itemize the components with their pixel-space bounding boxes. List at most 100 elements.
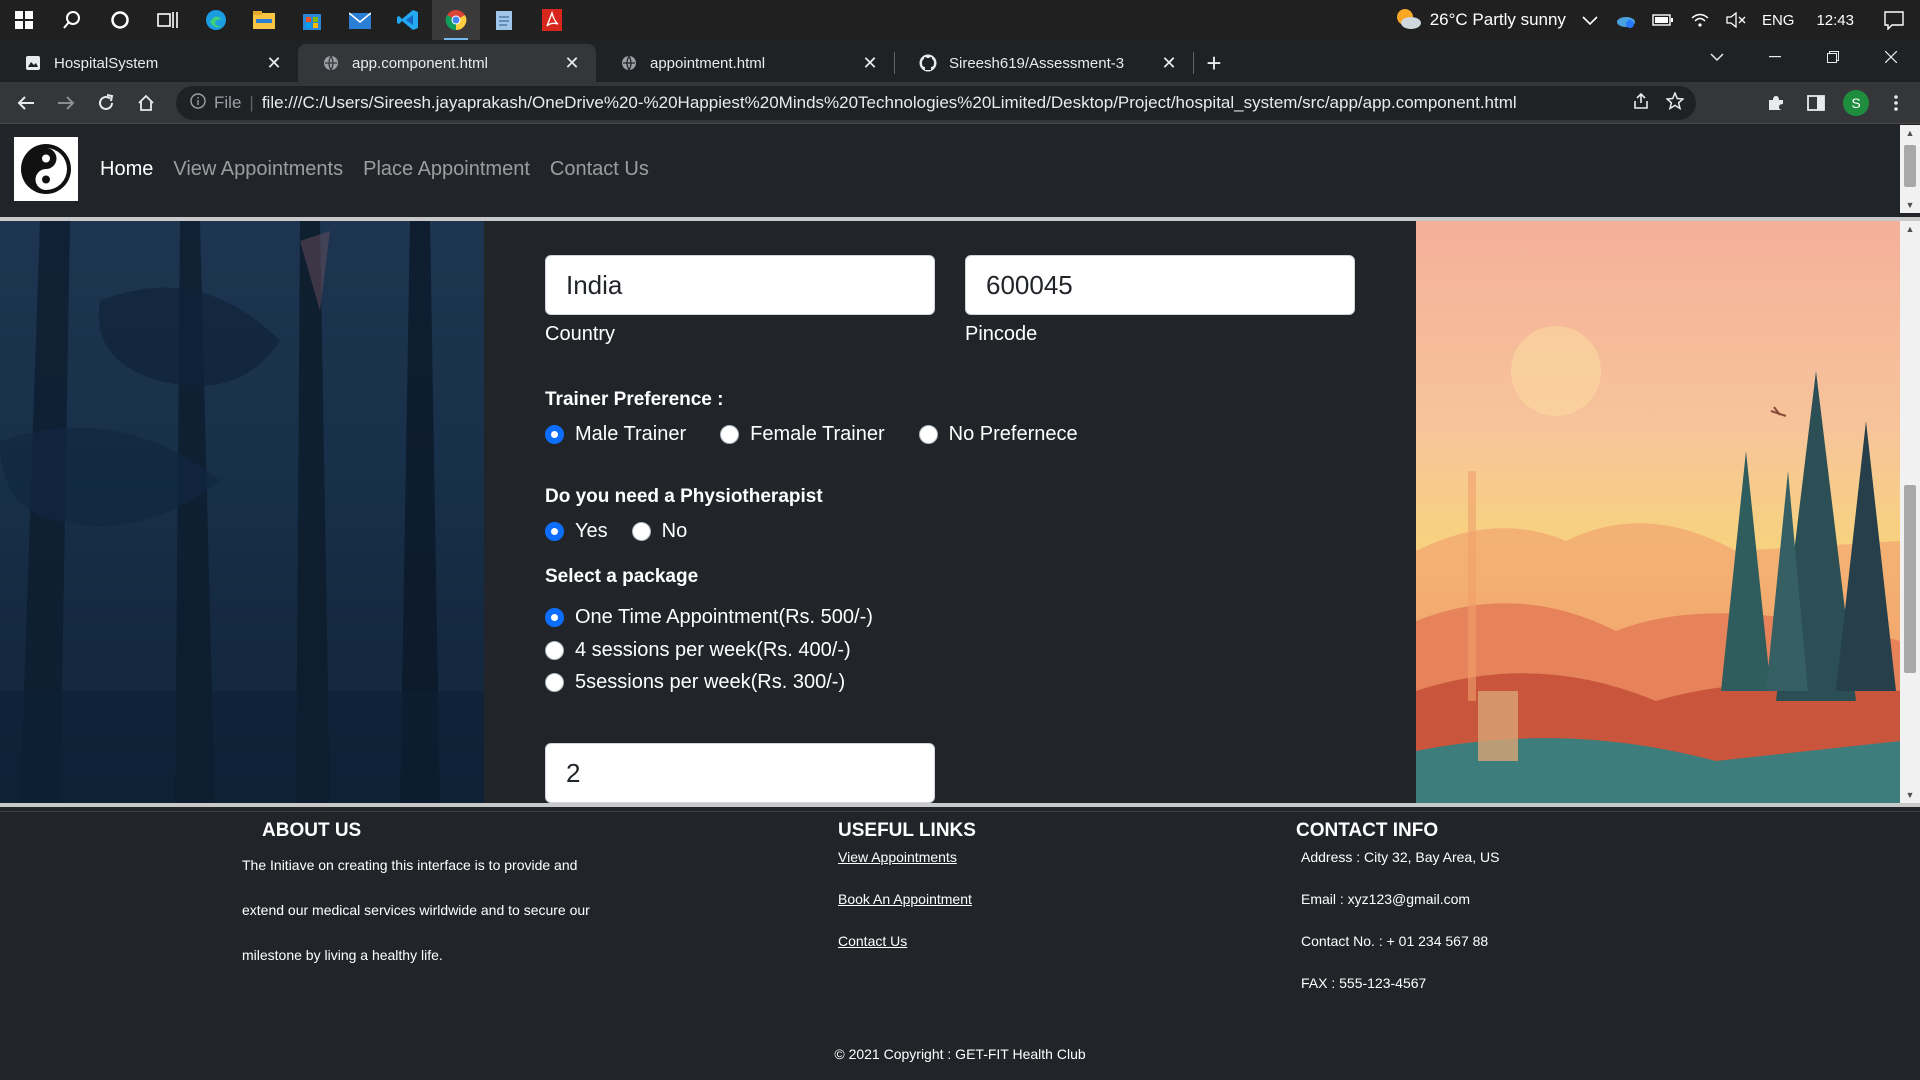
radio-button[interactable] xyxy=(545,522,564,541)
close-icon[interactable]: ✕ xyxy=(562,53,582,73)
cortana-icon[interactable] xyxy=(96,0,144,40)
acrobat-icon[interactable] xyxy=(528,0,576,40)
window-close-icon[interactable] xyxy=(1862,40,1920,74)
radio-button[interactable] xyxy=(918,425,938,444)
chrome-icon[interactable] xyxy=(432,0,480,40)
radio-button[interactable] xyxy=(545,425,564,444)
profile-avatar[interactable]: S xyxy=(1836,83,1876,123)
weather-sun-icon xyxy=(1394,6,1422,35)
file-explorer-icon[interactable] xyxy=(240,0,288,40)
pincode-input[interactable]: 600045 xyxy=(965,255,1355,315)
chevron-up-icon[interactable] xyxy=(1574,14,1606,26)
nav-home[interactable]: Home xyxy=(100,158,153,181)
task-view-icon[interactable] xyxy=(144,0,192,40)
footer-link-book-appointment[interactable]: Book An Appointment xyxy=(838,891,972,907)
more-menu-icon[interactable] xyxy=(1876,83,1916,123)
forward-icon[interactable] xyxy=(46,83,86,123)
battery-icon[interactable] xyxy=(1644,13,1682,27)
country-input[interactable]: India xyxy=(545,255,935,315)
radio-button[interactable] xyxy=(631,522,651,541)
radio-label: 4 sessions per week(Rs. 400/-) xyxy=(575,639,851,661)
scrollbar-thumb[interactable] xyxy=(1904,145,1916,187)
nav-contact-us[interactable]: Contact Us xyxy=(550,158,649,181)
quantity-input[interactable]: 2 xyxy=(545,743,935,803)
scroll-down-icon[interactable]: ▼ xyxy=(1900,197,1920,213)
notepad-icon[interactable] xyxy=(480,0,528,40)
country-label: Country xyxy=(545,323,616,345)
package-option-one-time[interactable]: One Time Appointment(Rs. 500/-) xyxy=(545,606,873,629)
weather-widget[interactable]: 26°C Partly sunny xyxy=(1386,6,1574,35)
home-icon[interactable] xyxy=(126,83,166,123)
globe-icon xyxy=(322,54,340,72)
tab-title: app.component.html xyxy=(352,54,488,72)
info-icon[interactable] xyxy=(190,92,206,114)
radio-label: 5sessions per week(Rs. 300/-) xyxy=(575,671,846,693)
page-scrollbar[interactable]: ▲ ▼ xyxy=(1900,125,1920,213)
trainer-option-female[interactable]: Female Trainer xyxy=(720,423,885,446)
trainer-option-none[interactable]: No Prefernece xyxy=(918,423,1078,446)
nav-links: Home View Appointments Place Appointment… xyxy=(100,158,649,181)
scroll-up-icon[interactable]: ▲ xyxy=(1900,221,1920,237)
clock[interactable]: 12:43 xyxy=(1802,12,1868,29)
yin-yang-logo-icon[interactable] xyxy=(14,137,78,201)
physio-option-no[interactable]: No xyxy=(631,520,687,543)
close-icon[interactable]: ✕ xyxy=(860,53,880,73)
about-text-line: extend our medical services wirldwide an… xyxy=(242,902,590,918)
minimize-icon[interactable] xyxy=(1746,40,1804,74)
address-bar[interactable]: File | file:///C:/Users/Sireesh.jayaprak… xyxy=(176,86,1696,120)
onedrive-icon[interactable] xyxy=(1606,12,1644,28)
tab-search-icon[interactable] xyxy=(1688,40,1746,74)
side-panel-icon[interactable] xyxy=(1796,83,1836,123)
weather-text: 26°C Partly sunny xyxy=(1429,10,1566,29)
windows-start-icon[interactable] xyxy=(0,0,48,40)
edge-icon[interactable] xyxy=(192,0,240,40)
close-icon[interactable]: ✕ xyxy=(1159,53,1179,73)
globe-icon xyxy=(620,54,638,72)
url-text[interactable]: file:///C:/Users/Sireesh.jayaprakash/One… xyxy=(262,93,1517,113)
frame-scrollbar[interactable]: ▲ ▼ xyxy=(1900,221,1920,803)
language-indicator[interactable]: ENG xyxy=(1754,12,1803,29)
wifi-icon[interactable] xyxy=(1682,12,1718,28)
mail-icon[interactable] xyxy=(336,0,384,40)
vscode-icon[interactable] xyxy=(384,0,432,40)
tab-github[interactable]: Sireesh619/Assessment-3 ✕ xyxy=(895,44,1193,82)
scroll-down-icon[interactable]: ▼ xyxy=(1900,787,1920,803)
tab-appointment[interactable]: appointment.html ✕ xyxy=(596,44,894,82)
radio-button[interactable] xyxy=(545,641,564,660)
trainer-preference-heading: Trainer Preference : xyxy=(545,389,724,410)
physio-radio-group: Yes No xyxy=(545,520,721,543)
radio-button[interactable] xyxy=(545,673,564,692)
notification-icon[interactable] xyxy=(1868,10,1920,30)
reload-icon[interactable] xyxy=(86,83,126,123)
radio-button[interactable] xyxy=(545,608,564,627)
restore-icon[interactable] xyxy=(1804,40,1862,74)
footer-link-view-appointments[interactable]: View Appointments xyxy=(838,849,957,865)
trainer-radio-group: Male Trainer Female Trainer No Prefernec… xyxy=(545,423,1112,446)
radio-button[interactable] xyxy=(720,425,740,444)
scrollbar-thumb[interactable] xyxy=(1904,485,1916,673)
bookmark-star-icon[interactable] xyxy=(1665,90,1685,115)
volume-muted-icon[interactable] xyxy=(1718,12,1754,28)
back-icon[interactable] xyxy=(6,83,46,123)
footer-link-contact-us[interactable]: Contact Us xyxy=(838,933,907,949)
extensions-icon[interactable] xyxy=(1756,83,1796,123)
close-icon[interactable]: ✕ xyxy=(264,53,284,73)
profile-initial: S xyxy=(1843,90,1869,116)
tab-hospital-system[interactable]: HospitalSystem ✕ xyxy=(0,44,298,82)
store-icon[interactable] xyxy=(288,0,336,40)
physiotherapist-heading: Do you need a Physiotherapist xyxy=(545,486,823,507)
physio-option-yes[interactable]: Yes xyxy=(545,520,608,543)
nav-place-appointment[interactable]: Place Appointment xyxy=(363,158,530,181)
about-us-heading: ABOUT US xyxy=(262,820,362,841)
trainer-option-male[interactable]: Male Trainer xyxy=(545,423,686,446)
browser-tab-strip: HospitalSystem ✕ app.component.html ✕ ap… xyxy=(0,40,1920,82)
share-icon[interactable] xyxy=(1632,92,1650,115)
search-icon[interactable] xyxy=(48,0,96,40)
package-option-5-sessions[interactable]: 5sessions per week(Rs. 300/-) xyxy=(545,671,845,694)
new-tab-button[interactable]: + xyxy=(1194,44,1234,82)
package-option-4-sessions[interactable]: 4 sessions per week(Rs. 400/-) xyxy=(545,639,851,662)
nav-view-appointments[interactable]: View Appointments xyxy=(173,158,343,181)
tab-app-component[interactable]: app.component.html ✕ xyxy=(298,44,596,82)
scroll-up-icon[interactable]: ▲ xyxy=(1900,125,1920,141)
window-controls xyxy=(1688,40,1920,74)
